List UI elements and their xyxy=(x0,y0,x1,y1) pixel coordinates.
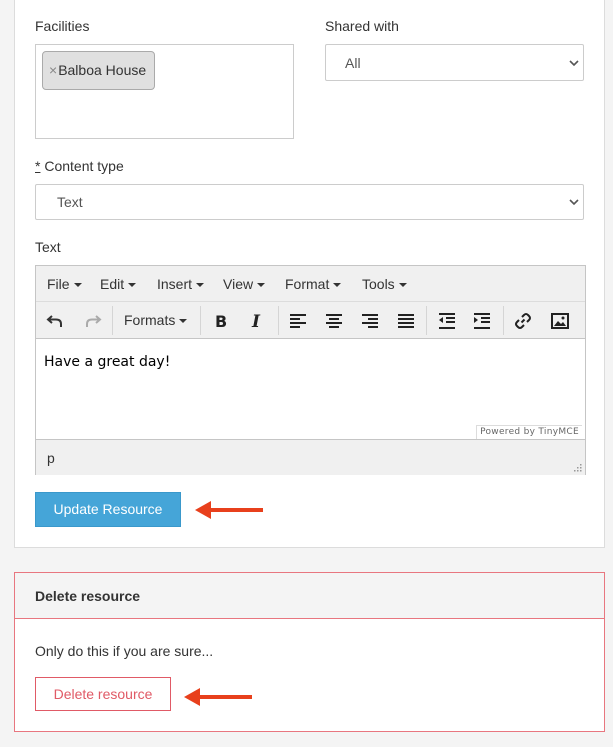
menu-format[interactable]: Format xyxy=(285,276,342,292)
caret-down-icon xyxy=(398,283,407,288)
italic-icon[interactable]: I xyxy=(247,311,267,331)
facility-tag-label: Balboa House xyxy=(58,62,147,78)
powered-by-badge[interactable]: Powered by TinyMCE xyxy=(476,425,582,439)
element-path[interactable]: p xyxy=(47,450,55,466)
annotation-arrow-icon xyxy=(195,501,263,519)
menu-tools[interactable]: Tools xyxy=(362,276,407,292)
toolbar-separator xyxy=(503,306,504,335)
shared-with-select[interactable]: All xyxy=(325,44,584,81)
indent-icon[interactable] xyxy=(472,311,492,331)
facility-tag[interactable]: ×Balboa House xyxy=(42,51,155,90)
editor-statusbar: p xyxy=(36,439,585,475)
menu-file[interactable]: File xyxy=(47,276,82,292)
annotation-arrow-icon xyxy=(184,688,252,706)
editor-toolbar: Formats B I xyxy=(36,302,585,339)
content-type-label-text: Content type xyxy=(40,158,124,174)
delete-resource-panel: Delete resource Only do this if you are … xyxy=(14,572,605,732)
rich-text-editor: File Edit Insert View Format Tools Forma… xyxy=(35,265,586,475)
menu-edit[interactable]: Edit xyxy=(100,276,137,292)
align-right-icon[interactable] xyxy=(360,311,380,331)
editor-menubar: File Edit Insert View Format Tools xyxy=(36,266,585,302)
content-type-label: * Content type xyxy=(35,158,124,174)
outdent-icon[interactable] xyxy=(437,311,457,331)
align-left-icon[interactable] xyxy=(288,311,308,331)
redo-icon[interactable] xyxy=(82,311,102,331)
content-type-select[interactable]: Text xyxy=(35,184,584,220)
chevron-down-icon xyxy=(569,59,579,66)
bold-icon[interactable]: B xyxy=(211,311,231,331)
update-resource-button[interactable]: Update Resource xyxy=(35,492,181,527)
menu-insert[interactable]: Insert xyxy=(157,276,205,292)
align-center-icon[interactable] xyxy=(324,311,344,331)
caret-down-icon xyxy=(257,283,266,288)
caret-down-icon xyxy=(73,283,82,288)
align-justify-icon[interactable] xyxy=(396,311,416,331)
formats-dropdown[interactable]: Formats xyxy=(124,312,188,328)
facilities-multiselect[interactable]: ×Balboa House xyxy=(35,44,294,139)
shared-with-label: Shared with xyxy=(325,18,399,34)
delete-resource-button[interactable]: Delete resource xyxy=(35,677,171,711)
facilities-label: Facilities xyxy=(35,18,90,34)
toolbar-separator xyxy=(200,306,201,335)
svg-text:I: I xyxy=(251,312,261,331)
caret-down-icon xyxy=(333,283,342,288)
content-type-value: Text xyxy=(57,194,83,210)
shared-with-value: All xyxy=(345,54,361,71)
toolbar-separator xyxy=(112,306,113,335)
menu-view[interactable]: View xyxy=(223,276,266,292)
delete-panel-header: Delete resource xyxy=(15,573,604,619)
tag-remove-icon[interactable]: × xyxy=(49,62,57,78)
image-icon[interactable] xyxy=(550,311,570,331)
resize-handle-icon[interactable] xyxy=(572,462,582,472)
caret-down-icon xyxy=(128,283,137,288)
editor-content-area[interactable]: Have a great day! Powered by TinyMCE xyxy=(36,339,585,439)
delete-panel-title: Delete resource xyxy=(35,588,141,604)
delete-warning-text: Only do this if you are sure... xyxy=(35,643,214,659)
undo-icon[interactable] xyxy=(46,311,66,331)
caret-down-icon xyxy=(196,283,205,288)
toolbar-separator xyxy=(278,306,279,335)
link-icon[interactable] xyxy=(513,311,533,331)
toolbar-separator xyxy=(426,306,427,335)
svg-text:B: B xyxy=(215,312,227,331)
chevron-down-icon xyxy=(569,199,579,206)
caret-down-icon xyxy=(179,319,188,324)
text-label: Text xyxy=(35,239,61,255)
editor-content-text: Have a great day! xyxy=(44,354,171,370)
